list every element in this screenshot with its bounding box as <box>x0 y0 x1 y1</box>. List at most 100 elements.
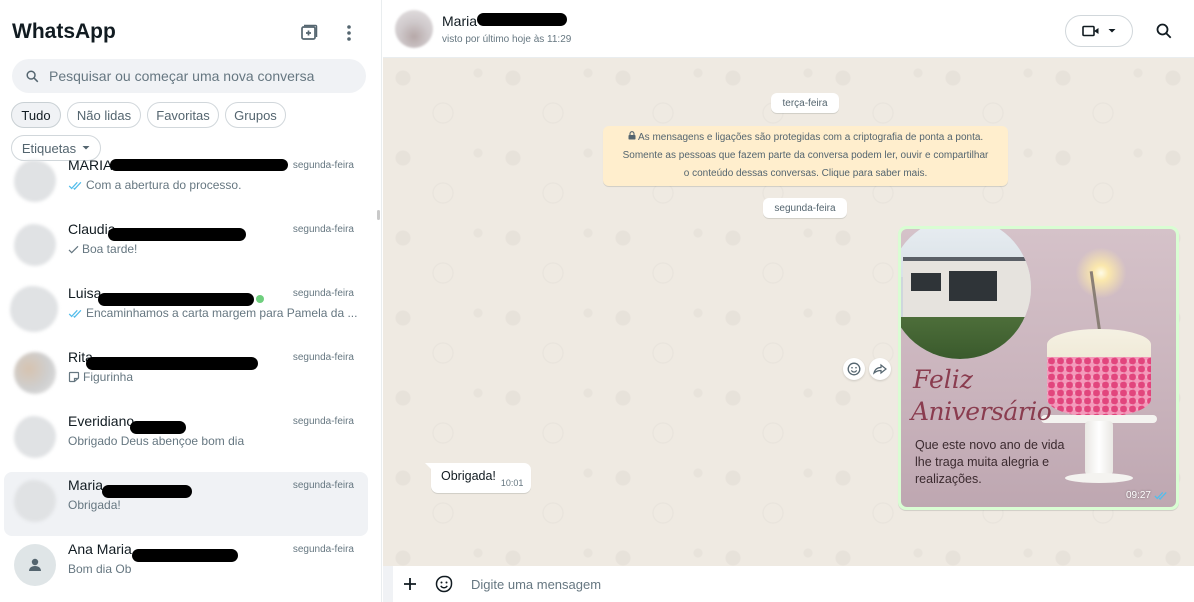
search-input[interactable] <box>49 68 349 84</box>
chat-time: segunda-feira <box>292 480 354 491</box>
chat-preview-text: Boa tarde! <box>82 242 138 256</box>
contact-avatar[interactable] <box>395 10 433 48</box>
avatar <box>14 352 56 394</box>
chat-preview-text: Bom dia Ob <box>68 562 132 576</box>
chat-row-selected[interactable]: Maria segunda-feira Obrigada! <box>4 472 368 536</box>
chat-time: segunda-feira <box>292 416 354 427</box>
online-dot <box>256 295 264 303</box>
chat-row[interactable]: MARIA segunda-feira Com a abertura do pr… <box>4 152 368 216</box>
chat-preview-text: Figurinha <box>83 370 134 384</box>
chevron-down-icon <box>82 146 90 150</box>
conversation-header[interactable]: Maria visto por último hoje às 11:29 <box>383 0 1194 58</box>
cake-stand-leg <box>1085 421 1113 475</box>
react-emoji-button[interactable] <box>843 358 865 380</box>
sparkler-glow <box>1071 243 1131 303</box>
conversation-search-button[interactable] <box>1151 18 1177 44</box>
avatar-default <box>14 544 56 586</box>
redacted-name <box>130 421 186 434</box>
scrollbar-thumb[interactable] <box>377 210 380 220</box>
chat-preview-text: Obrigado Deus abençoe bom dia <box>68 434 245 448</box>
redacted-name <box>108 228 246 241</box>
chat-preview-text: Encaminhamos a carta margem para Pamela … <box>86 306 358 320</box>
search-box[interactable] <box>12 59 366 93</box>
composer-box[interactable] <box>393 566 1194 602</box>
card-title-feliz: Feliz <box>913 365 973 394</box>
contact-name: Maria <box>442 13 478 29</box>
plus-icon <box>404 578 416 590</box>
encryption-notice-text-3: o conteúdo dessas conversas. Clique para… <box>683 168 928 179</box>
chat-preview: Obrigada! <box>68 498 121 512</box>
chat-preview-text: Obrigada! <box>68 498 121 512</box>
double-check-read-icon <box>68 181 82 190</box>
encryption-notice-text-1: As mensagens e ligações são protegidas c… <box>638 132 984 143</box>
sticker-button[interactable] <box>431 571 457 597</box>
chat-name: Luisa <box>68 285 102 301</box>
new-chat-icon[interactable] <box>296 20 322 46</box>
chat-name: Maria <box>68 477 104 493</box>
chat-row[interactable]: Rita segunda-feira Figurinha <box>4 344 368 408</box>
search-icon <box>26 69 39 82</box>
encryption-notice-text-2: Somente as pessoas que fazem parte da co… <box>622 150 989 161</box>
chat-preview: Encaminhamos a carta margem para Pamela … <box>68 306 357 320</box>
attach-plus-button[interactable] <box>397 571 423 597</box>
chat-time: segunda-feira <box>292 544 354 555</box>
chat-row[interactable]: Ana Maria segunda-feira Bom dia Ob <box>4 536 368 600</box>
chat-name: Ana Maria <box>68 541 132 557</box>
chat-preview: Bom dia Ob <box>68 562 131 576</box>
redacted-name <box>98 293 254 306</box>
chat-preview-text: Com a abertura do processo. <box>86 178 242 192</box>
encryption-notice[interactable]: As mensagens e ligações são protegidas c… <box>603 126 1008 186</box>
avatar <box>10 286 58 332</box>
avatar <box>14 224 56 266</box>
video-call-button[interactable] <box>1065 15 1133 47</box>
date-separator: segunda-feira <box>763 198 847 218</box>
image-message[interactable]: Feliz Aniversário Que este novo ano de v… <box>898 226 1179 510</box>
avatar <box>14 160 56 202</box>
last-seen-status: visto por último hoje às 11:29 <box>442 34 572 45</box>
photo-window <box>911 273 941 291</box>
chat-preview: Obrigado Deus abençoe bom dia <box>68 434 244 448</box>
filter-nao-lidas[interactable]: Não lidas <box>67 102 141 128</box>
building-photo <box>901 229 1031 359</box>
person-icon <box>29 558 41 571</box>
filter-favoritas[interactable]: Favoritas <box>147 102 219 128</box>
message-time-text: 09:27 <box>1125 490 1151 501</box>
forward-button[interactable] <box>869 358 891 380</box>
single-check-icon <box>68 245 79 254</box>
app-title: WhatsApp <box>12 20 116 43</box>
chat-preview: Boa tarde! <box>68 242 137 256</box>
redacted-name <box>132 549 238 562</box>
card-caption: Que este novo ano de vida lhe traga muit… <box>915 438 1065 486</box>
smiley-icon <box>847 362 861 376</box>
filter-grupos[interactable]: Grupos <box>225 102 286 128</box>
card-title-aniversario: Aniversário <box>911 397 1052 426</box>
chat-list-pane: WhatsApp Tudo Não lidas Favoritas Grupos… <box>0 0 382 602</box>
chat-row[interactable]: Everidiano segunda-feira Obrigado Deus a… <box>4 408 368 472</box>
menu-dots-icon[interactable] <box>336 20 362 46</box>
chat-time: segunda-feira <box>292 352 354 363</box>
chat-row[interactable]: Luisa segunda-feira Encaminhamos a carta… <box>4 280 368 344</box>
message-area[interactable]: terça-feira As mensagens e ligações são … <box>383 58 1194 566</box>
chat-time: segunda-feira <box>292 288 354 299</box>
chat-list: MARIA segunda-feira Com a abertura do pr… <box>0 157 381 602</box>
chat-name: Everidiano <box>68 413 135 429</box>
message-input[interactable] <box>471 576 1121 592</box>
cake-decoration <box>1047 357 1151 417</box>
message-time: 09:27 <box>1126 490 1168 501</box>
filter-tudo[interactable]: Tudo <box>11 102 61 128</box>
incoming-message-time: 10:01 <box>500 478 524 488</box>
video-camera-icon <box>1082 25 1099 37</box>
birthday-card-image[interactable]: Feliz Aniversário Que este novo ano de v… <box>901 229 1176 507</box>
chevron-down-icon <box>1108 29 1116 33</box>
chat-name: MARIA <box>68 157 113 173</box>
encryption-notice-line: As mensagens e ligações são protegidas c… <box>603 129 1008 147</box>
chat-time: segunda-feira <box>292 224 354 235</box>
redacted-name <box>110 159 288 171</box>
photo-window <box>949 271 997 301</box>
forward-icon <box>873 363 887 375</box>
double-check-read-icon <box>68 309 82 318</box>
incoming-message[interactable]: Obrigada! 10:01 <box>424 463 532 493</box>
incoming-message-text: Obrigada! <box>441 469 496 483</box>
chat-preview: Figurinha <box>68 370 133 384</box>
chat-row[interactable]: Claudia segunda-feira Boa tarde! <box>4 216 368 280</box>
